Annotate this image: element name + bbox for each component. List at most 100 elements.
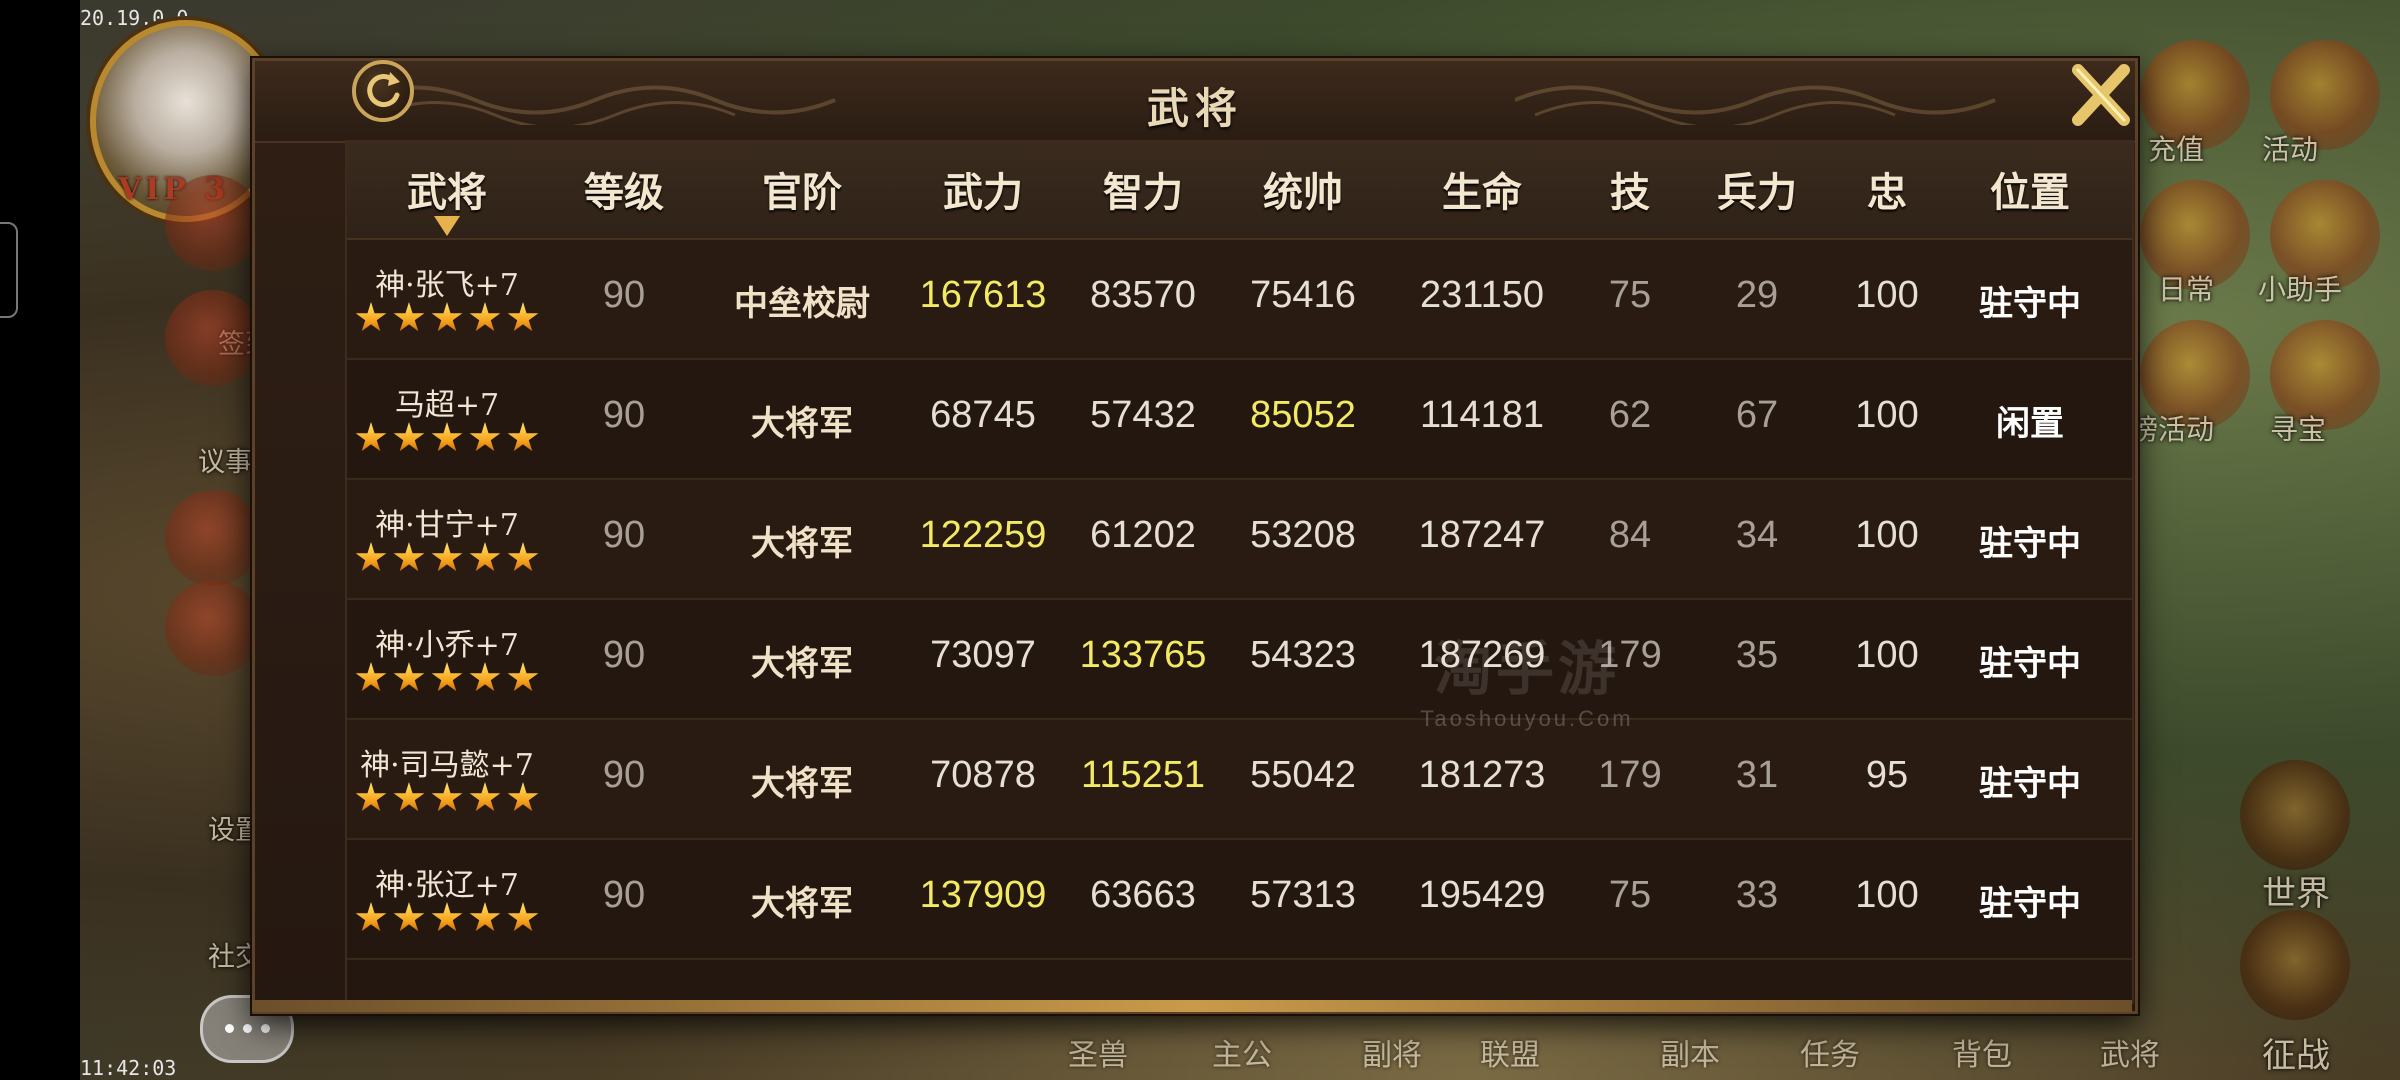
cell-loyalty: 100 <box>1855 394 1919 436</box>
chat-dot <box>243 1024 252 1033</box>
star-icon <box>355 422 387 452</box>
cell-command: 53208 <box>1250 514 1356 556</box>
cell-position: 驻守中 <box>1979 524 2081 564</box>
column-header-loyalty[interactable]: 忠 <box>1867 160 1907 218</box>
cell-skill: 75 <box>1608 274 1652 316</box>
star-icon <box>469 902 501 932</box>
cell-might: 70878 <box>930 754 1036 796</box>
star-icon <box>393 422 425 452</box>
side-label[interactable]: 日常 <box>2158 268 2214 308</box>
star-icon <box>355 782 387 812</box>
cell-position: 闲置 <box>1996 404 2064 444</box>
social-icon[interactable] <box>165 580 261 676</box>
cell-might: 167613 <box>919 274 1047 316</box>
dragon-world-icon[interactable] <box>2240 760 2350 870</box>
cell-troops: 35 <box>1735 634 1779 676</box>
bottom-nav-item[interactable]: 武将 <box>2100 1030 2160 1074</box>
general-name: 神·小乔+7 <box>375 628 519 663</box>
dragon-battle-icon[interactable] <box>2240 910 2350 1020</box>
star-icon <box>507 542 539 572</box>
star-rating <box>352 782 542 818</box>
star-icon <box>393 302 425 332</box>
cell-command: 85052 <box>1250 394 1356 436</box>
column-header-command[interactable]: 统帅 <box>1263 160 1343 218</box>
bottom-nav-item[interactable]: 副本 <box>1660 1030 1720 1074</box>
gear-icon[interactable] <box>165 490 261 586</box>
dialog-header: 武将 <box>255 61 2135 143</box>
star-icon <box>431 422 463 452</box>
column-header-troops[interactable]: 兵力 <box>1717 160 1797 218</box>
left-black-bar <box>0 0 80 1080</box>
cell-intellect: 57432 <box>1090 394 1196 436</box>
side-label[interactable]: 榜活动 <box>2130 408 2214 448</box>
star-icon <box>431 662 463 692</box>
cell-skill: 62 <box>1608 394 1652 436</box>
column-header-position[interactable]: 位置 <box>1990 160 2070 218</box>
star-icon <box>355 902 387 932</box>
table-row[interactable]: 神·张飞+7 90 中垒校尉 167613 83570 75416 231150 75 29 10… <box>347 238 2132 360</box>
bottom-nav-item[interactable]: 圣兽 <box>1068 1030 1128 1074</box>
refresh-button[interactable] <box>352 60 414 122</box>
bottom-nav-item[interactable]: 主公 <box>1212 1030 1272 1074</box>
side-label[interactable]: 世界 <box>2262 866 2330 915</box>
cell-troops: 67 <box>1735 394 1779 436</box>
cell-troops: 33 <box>1735 874 1779 916</box>
table-row[interactable]: 神·司马懿+7 90 大将军 70878 115251 55042 181273 179 31 9… <box>347 718 2132 840</box>
star-icon <box>393 662 425 692</box>
column-header-skill[interactable]: 技 <box>1610 160 1650 218</box>
bottom-nav-item[interactable]: 背包 <box>1952 1030 2012 1074</box>
star-icon <box>507 782 539 812</box>
star-icon <box>431 782 463 812</box>
star-icon <box>393 542 425 572</box>
side-label[interactable]: 寻宝 <box>2270 408 2326 448</box>
column-header-general[interactable]: 武将 <box>407 160 487 218</box>
cell-hp: 231150 <box>1420 274 1544 316</box>
cell-hp: 187269 <box>1418 634 1546 676</box>
bottom-nav-item[interactable]: 任务 <box>1800 1030 1860 1074</box>
star-icon <box>469 422 501 452</box>
cell-loyalty: 100 <box>1855 634 1919 676</box>
cell-intellect: 115251 <box>1081 754 1205 796</box>
general-name: 神·司马懿+7 <box>360 748 534 783</box>
bottom-nav-item[interactable]: 副将 <box>1362 1030 1422 1074</box>
cell-troops: 31 <box>1735 754 1779 796</box>
column-header-level[interactable]: 等级 <box>584 160 664 218</box>
table-row[interactable]: 神·甘宁+7 90 大将军 122259 61202 53208 187247 84 34 100… <box>347 478 2132 600</box>
star-icon <box>393 782 425 812</box>
cell-loyalty: 100 <box>1855 274 1919 316</box>
star-icon <box>393 902 425 932</box>
side-label[interactable]: 征战 <box>2262 1028 2330 1077</box>
cell-level: 90 <box>602 394 646 436</box>
column-header-intellect[interactable]: 智力 <box>1103 160 1183 218</box>
cell-intellect: 61202 <box>1090 514 1196 556</box>
cell-loyalty: 95 <box>1865 754 1909 796</box>
star-rating <box>352 662 542 698</box>
star-rating <box>352 302 542 338</box>
table-row[interactable]: 马超+7 90 大将军 68745 57432 85052 114181 62 67 100 闲置 <box>347 358 2132 480</box>
council-hall-icon[interactable] <box>165 290 261 386</box>
sign-in-icon[interactable] <box>165 175 261 271</box>
cell-hp: 195429 <box>1418 874 1546 916</box>
cell-loyalty: 100 <box>1855 874 1919 916</box>
general-name: 马超+7 <box>394 388 500 423</box>
star-icon <box>431 902 463 932</box>
side-label[interactable]: 小助手 <box>2258 268 2342 308</box>
table-row[interactable]: 神·张辽+7 90 大将军 137909 63663 57313 195429 75 33 100… <box>347 838 2132 960</box>
cell-skill: 75 <box>1608 874 1652 916</box>
star-icon <box>507 422 539 452</box>
cell-might: 137909 <box>919 874 1047 916</box>
close-button[interactable] <box>2068 62 2134 128</box>
column-header-rank[interactable]: 官阶 <box>762 160 842 218</box>
star-icon <box>507 902 539 932</box>
bottom-nav-item[interactable]: 联盟 <box>1480 1030 1540 1074</box>
star-icon <box>355 542 387 572</box>
table-row[interactable]: 神·小乔+7 90 大将军 73097 133765 54323 187269 179 35 10… <box>347 598 2132 720</box>
star-icon <box>469 782 501 812</box>
side-label[interactable]: 充值 <box>2148 128 2204 168</box>
generals-table: 武将 等级 官阶 武力 智力 统帅 生命 技 兵力 忠 位置 神·张飞+7 90 中垒校尉 167613 8… <box>345 140 2134 1004</box>
column-header-might[interactable]: 武力 <box>943 160 1023 218</box>
column-header-hp[interactable]: 生命 <box>1442 160 1522 218</box>
side-label[interactable]: 活动 <box>2262 128 2318 168</box>
star-rating <box>352 902 542 938</box>
star-icon <box>507 302 539 332</box>
